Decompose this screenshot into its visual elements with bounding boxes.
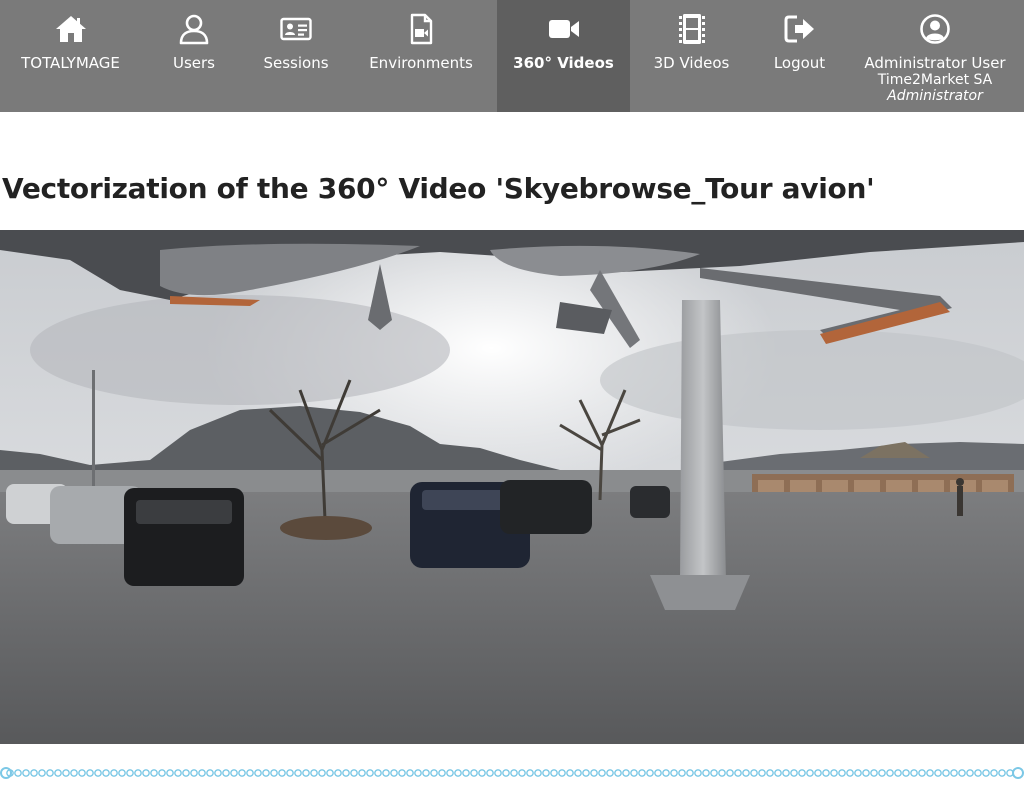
account-name: Administrator User <box>864 54 1006 72</box>
panorama-frame <box>0 230 1024 744</box>
nav-item-label: Users <box>172 54 215 72</box>
film-strip-icon <box>675 12 709 46</box>
logout-icon <box>783 12 817 46</box>
nav-account-menu[interactable]: Administrator User Time2Market SA Admini… <box>846 0 1024 112</box>
video-timeline[interactable] <box>0 766 1024 780</box>
nav-item-3d-videos[interactable]: 3D Videos <box>630 0 753 112</box>
nav-item-label: Logout <box>773 54 826 72</box>
user-circle-icon <box>918 12 952 46</box>
nav-item-logout[interactable]: Logout <box>753 0 846 112</box>
nav-item-users[interactable]: Users <box>141 0 247 112</box>
mast-pole <box>680 300 726 580</box>
account-company: Time2Market SA <box>877 72 993 88</box>
timeline-track[interactable] <box>6 769 1018 777</box>
nav-item-label: 3D Videos <box>653 54 730 72</box>
video-file-icon <box>404 12 438 46</box>
nav-item-label: 360° Videos <box>513 54 614 72</box>
account-role: Administrator <box>887 88 983 104</box>
user-icon <box>177 12 211 46</box>
nav-item-label: Sessions <box>263 54 329 72</box>
nav-item-label: TOTALYMAGE <box>21 54 120 72</box>
page-title: Vectorization of the 360° Video 'Skyebro… <box>2 172 875 205</box>
nav-item-sessions[interactable]: Sessions <box>247 0 345 112</box>
home-icon <box>54 12 88 46</box>
nav-item-360-videos[interactable]: 360° Videos <box>497 0 630 112</box>
id-card-icon <box>279 12 313 46</box>
top-navbar: TOTALYMAGE Users Sessions Environments 3… <box>0 0 1024 112</box>
panorama-video-viewer[interactable] <box>0 230 1024 744</box>
nav-item-home[interactable]: TOTALYMAGE <box>0 0 141 112</box>
nav-item-environments[interactable]: Environments <box>345 0 497 112</box>
timeline-end-handle[interactable] <box>1012 767 1024 779</box>
video-camera-icon <box>547 12 581 46</box>
nav-item-label: Environments <box>369 54 473 72</box>
